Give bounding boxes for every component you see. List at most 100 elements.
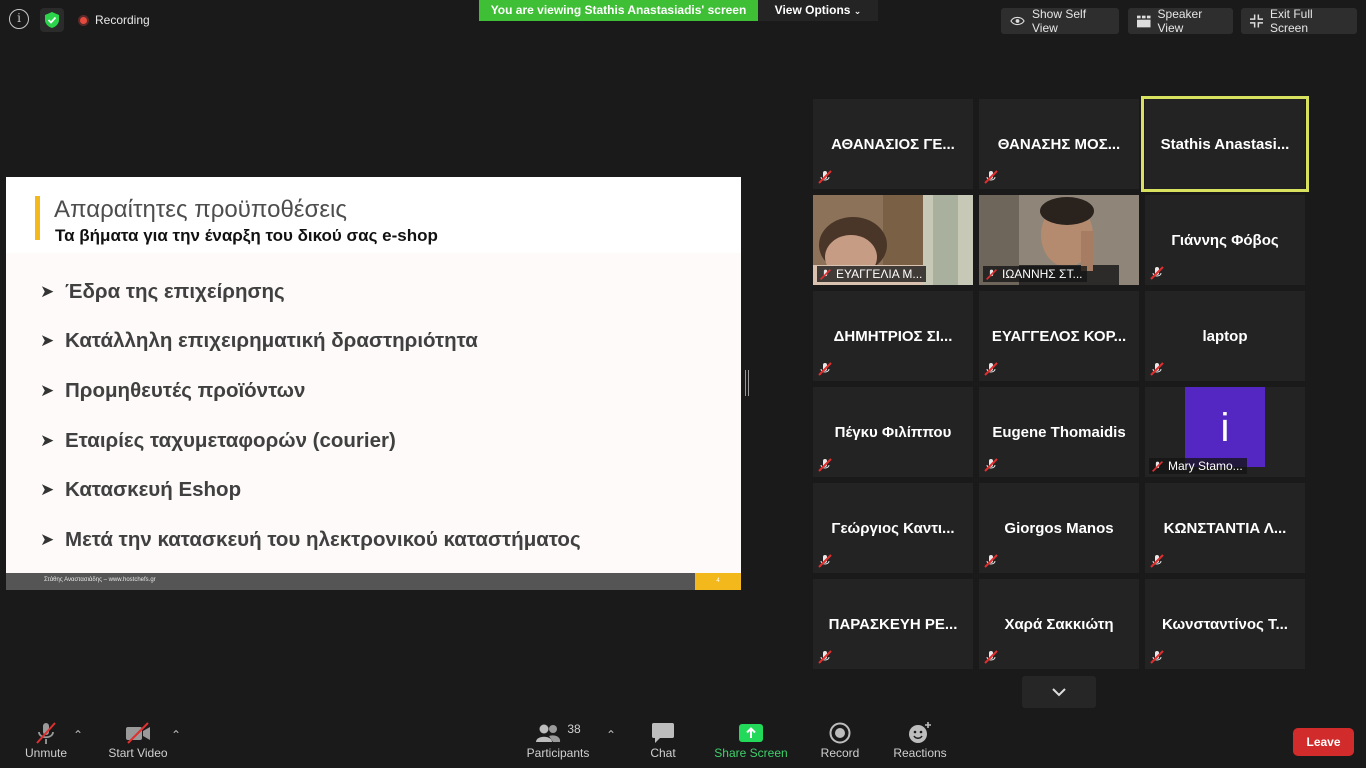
muted-mic-icon — [984, 650, 998, 664]
recording-dot-icon — [78, 14, 89, 26]
participant-name: ΑΘΑΝΑΣΙΟΣ ΓΕ... — [831, 135, 955, 153]
participant-name: Giorgos Manos — [1004, 519, 1114, 537]
participants-options-caret[interactable]: ⌃ — [606, 728, 616, 742]
gallery-next-page-button[interactable] — [1022, 676, 1096, 708]
split-resize-handle[interactable] — [745, 370, 749, 396]
chat-icon — [651, 720, 675, 746]
muted-mic-icon — [1150, 554, 1164, 568]
encryption-shield-icon[interactable] — [40, 8, 64, 32]
chevron-down-icon — [1052, 688, 1066, 697]
participant-tile[interactable]: ΠΑΡΑΣΚΕΥΗ ΡΕ... — [813, 579, 973, 669]
chat-label: Chat — [650, 746, 676, 760]
slide-bullet: ➤ Κατάλληλη επιχειρηματική δραστηριότητα — [40, 329, 478, 353]
exit-full-screen-label: Exit Full Screen — [1270, 7, 1313, 35]
muted-mic-icon — [984, 458, 998, 472]
exit-full-screen-button[interactable]: Exit Full Screen — [1241, 7, 1357, 35]
arrow-bullet-icon: ➤ — [40, 281, 55, 301]
participant-tile[interactable]: ΕΥΑΓΓΕΛΟΣ ΚΟΡ... — [979, 291, 1139, 381]
participant-name-label: ΕΥΑΓΓΕΛΙΑ Μ... — [817, 266, 927, 282]
start-video-button[interactable]: Start Video — [106, 720, 170, 766]
audio-options-caret[interactable]: ⌃ — [73, 728, 83, 742]
muted-mic-icon — [33, 720, 59, 746]
participant-video-tile[interactable]: ΙΩΑΝΝΗΣ ΣΤ... — [979, 195, 1139, 285]
slide-footer: Στάθης Αναστασιάδης – www.hostchefs.gr 4 — [6, 573, 741, 590]
arrow-bullet-icon: ➤ — [40, 380, 55, 400]
slide-subtitle: Τα βήματα για την έναρξη του δικού σας e… — [55, 226, 438, 245]
participant-name: Γιάννης Φόβος — [1171, 231, 1279, 249]
participant-name: ΕΥΑΓΓΕΛΟΣ ΚΟΡ... — [991, 327, 1127, 345]
recording-indicator[interactable]: Recording — [78, 13, 150, 27]
speaker-view-button[interactable]: Speaker View — [1128, 7, 1233, 35]
slide-accent-bar — [35, 196, 40, 240]
reactions-button[interactable]: Reactions — [893, 720, 947, 766]
arrow-bullet-icon: ➤ — [40, 331, 55, 351]
record-label: Record — [820, 746, 860, 760]
start-video-label: Start Video — [108, 746, 168, 760]
participant-tile[interactable]: Πέγκυ Φιλίππου — [813, 387, 973, 477]
meeting-toolbar: Unmute ⌃ Start Video ⌃ 38 Participants ⌃… — [0, 712, 1366, 768]
participant-name-label: Mary Stamo... — [1149, 458, 1247, 474]
eye-icon — [1010, 16, 1025, 26]
reactions-label: Reactions — [893, 746, 947, 760]
muted-mic-icon — [820, 268, 831, 280]
participant-name-label: ΙΩΑΝΝΗΣ ΣΤ... — [983, 266, 1087, 282]
record-icon — [829, 720, 851, 746]
slide-bullet: ➤ Εταιρίες ταχυμεταφορών (courier) — [40, 428, 396, 452]
participant-tile[interactable]: Γεώργιος Καντι... — [813, 483, 973, 573]
participant-tile[interactable]: Giorgos Manos — [979, 483, 1139, 573]
reactions-icon — [908, 720, 932, 746]
view-options-button[interactable]: View Options ⌄ — [758, 0, 878, 21]
record-button[interactable]: Record — [820, 720, 860, 766]
video-options-caret[interactable]: ⌃ — [171, 728, 181, 742]
muted-mic-icon — [818, 170, 832, 184]
participant-name: Γεώργιος Καντι... — [831, 519, 955, 537]
muted-mic-icon — [984, 554, 998, 568]
info-icon[interactable]: i — [9, 9, 29, 29]
chat-button[interactable]: Chat — [645, 720, 681, 766]
recording-label: Recording — [95, 13, 150, 27]
participant-video-tile[interactable]: ΕΥΑΓΓΕΛΙΑ Μ... — [813, 195, 973, 285]
leave-button[interactable]: Leave — [1293, 728, 1354, 756]
slide-header: Απαραίτητες προϋποθέσεις Τα βήματα για τ… — [6, 177, 741, 253]
muted-mic-icon — [1150, 650, 1164, 664]
unmute-button[interactable]: Unmute — [22, 720, 70, 766]
muted-mic-icon — [984, 170, 998, 184]
muted-mic-icon — [818, 458, 832, 472]
muted-mic-icon — [818, 554, 832, 568]
arrow-bullet-icon: ➤ — [40, 529, 55, 549]
participant-tile[interactable]: Γιάννης Φόβος — [1145, 195, 1305, 285]
participant-tile[interactable]: laptop — [1145, 291, 1305, 381]
view-options-label: View Options — [774, 3, 851, 17]
participants-button[interactable]: 38 Participants — [525, 720, 591, 766]
participant-name: ΚΩΝΣΤΑΝΤΙΑ Λ... — [1163, 519, 1287, 537]
avatar: i — [1185, 387, 1265, 467]
slide-footer-text: Στάθης Αναστασιάδης – www.hostchefs.gr — [44, 577, 156, 583]
viewing-screen-banner: You are viewing Stathis Anastasiadis' sc… — [479, 0, 758, 21]
slide-bullet: ➤ Μετά την κατασκευή του ηλεκτρονικού κατ… — [40, 527, 581, 551]
participant-name: ΠΑΡΑΣΚΕΥΗ ΡΕ... — [828, 615, 958, 633]
shared-screen: Απαραίτητες προϋποθέσεις Τα βήματα για τ… — [6, 177, 741, 590]
participant-tile[interactable]: Χαρά Σακκιώτη — [979, 579, 1139, 669]
muted-mic-icon — [1150, 266, 1164, 280]
participant-tile[interactable]: ΚΩΝΣΤΑΝΤΙΑ Λ... — [1145, 483, 1305, 573]
participants-label: Participants — [526, 746, 590, 760]
participant-tile[interactable]: i Mary Stamo... — [1145, 387, 1305, 477]
video-off-icon — [124, 720, 152, 746]
slide-page-number: 4 — [695, 573, 741, 590]
share-screen-icon — [738, 720, 764, 746]
muted-mic-icon — [986, 268, 997, 280]
participant-tile[interactable]: Eugene Thomaidis — [979, 387, 1139, 477]
speaker-view-icon — [1137, 15, 1151, 27]
participant-name: Πέγκυ Φιλίππου — [834, 423, 952, 441]
unmute-label: Unmute — [24, 746, 68, 760]
share-screen-button[interactable]: Share Screen — [714, 720, 788, 766]
slide-bullet: ➤ Προμηθευτές προϊόντων — [40, 378, 306, 402]
speaker-view-label: Speaker View — [1157, 7, 1203, 35]
participant-name: Χαρά Σακκιώτη — [1004, 615, 1114, 633]
participant-tile[interactable]: Κωνσταντίνος Τ... — [1145, 579, 1305, 669]
participant-tile[interactable]: ΑΘΑΝΑΣΙΟΣ ΓΕ... — [813, 99, 973, 189]
participant-name: ΔΗΜΗΤΡΙΟΣ ΣΙ... — [833, 327, 953, 345]
participant-tile[interactable]: ΔΗΜΗΤΡΙΟΣ ΣΙ... — [813, 291, 973, 381]
show-self-view-button[interactable]: Show Self View — [1001, 7, 1119, 35]
participant-tile[interactable]: ΘΑΝΑΣΗΣ ΜΟΣ... — [979, 99, 1139, 189]
